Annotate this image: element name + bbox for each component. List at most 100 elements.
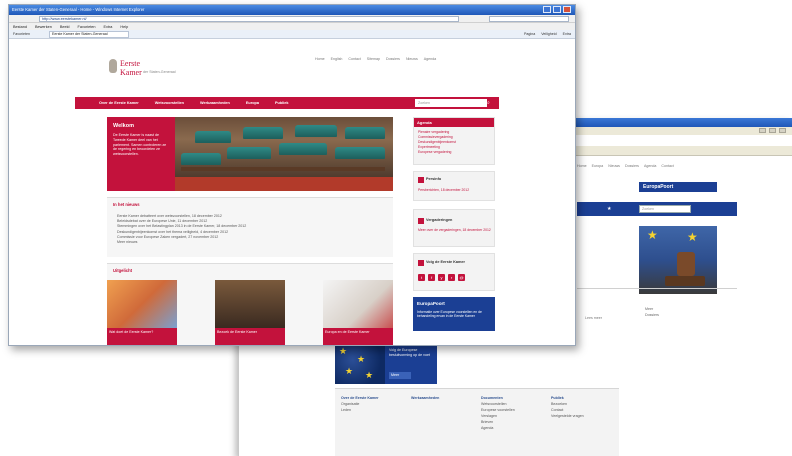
featured-title: Uitgelicht — [113, 268, 133, 273]
gavel-icon — [677, 252, 695, 276]
visit-photo — [215, 280, 285, 328]
crumb-link[interactable]: Home — [577, 164, 587, 168]
europa-promo-block[interactable]: ★ ★ ★ ★ Volg de Europese besluitvorming … — [335, 344, 437, 384]
crumb-link[interactable]: Agenda — [644, 164, 656, 168]
footer-link[interactable]: Agenda — [481, 425, 515, 431]
top-link[interactable]: Dossiers — [386, 57, 400, 61]
promo-text: Volg de Europese besluitvorming op de vo… — [389, 348, 430, 357]
search-icon[interactable]: ⌕ — [487, 100, 490, 106]
europapoort-block[interactable]: EuropaPoort Informatie over Europese voo… — [413, 297, 495, 331]
gavel-base — [665, 276, 705, 286]
back-read-more[interactable]: Lees meer — [585, 316, 602, 320]
logo-line-2: Kamer — [120, 68, 142, 77]
promo-more-button[interactable]: Meer — [389, 372, 411, 379]
more-news-link[interactable]: Meer nieuws — [117, 240, 246, 245]
minimize-icon[interactable] — [759, 128, 766, 133]
favorites-bar: Favorieten Eerste Kamer der Staten-Gener… — [9, 30, 575, 39]
top-link[interactable]: Home — [315, 57, 325, 61]
side-link[interactable]: Dossiers — [645, 312, 659, 318]
menu-item[interactable]: Bestand — [13, 25, 27, 29]
facebook-icon[interactable]: f — [428, 274, 435, 281]
follow-title: Volg de Eerste Kamer — [426, 260, 465, 264]
site-search-input[interactable]: Zoeken — [415, 99, 487, 107]
footer-link[interactable]: Leden — [341, 407, 379, 413]
footer-link[interactable]: Veelgestelde vragen — [551, 413, 584, 419]
footer-column: Over de Eerste Kamer Organisatie Leden — [341, 395, 379, 413]
command-item[interactable]: Pagina — [524, 32, 535, 36]
maximize-icon[interactable] — [769, 128, 776, 133]
news-title: In het nieuws — [113, 202, 140, 207]
footer-column: Publiek Bezoeken Contact Veelgestelde vr… — [551, 395, 584, 419]
nav-item[interactable]: Wetsvoorstellen — [155, 101, 184, 105]
back-nav-bar: ★ Zoeken — [577, 202, 737, 216]
card-caption: Bezoek de Eerste Kamer — [215, 328, 285, 345]
menu-item[interactable]: Bewerken — [35, 25, 52, 29]
chair-shape — [181, 153, 221, 165]
featured-card[interactable]: Bezoek de Eerste Kamer — [215, 280, 285, 345]
chair-shape — [195, 131, 231, 143]
eu-star-icon: ★ — [345, 366, 354, 376]
meetings-link[interactable]: Meer over de vergaderingen, 18 december … — [418, 228, 494, 232]
europapoort-logo[interactable]: EuropaPoort — [639, 182, 717, 192]
email-icon[interactable]: @ — [458, 274, 465, 281]
senate-chamber-image — [175, 117, 393, 191]
crumb-link[interactable]: Nieuws — [608, 164, 620, 168]
logo-line-1: Eerste — [120, 59, 140, 68]
menu-item[interactable]: Help — [120, 25, 128, 29]
cartoon-image — [323, 280, 393, 328]
meetings-box: Vergaderingen Meer over de vergaderingen… — [413, 209, 495, 247]
news-section: In het nieuws Eerste Kamer debatteert ov… — [107, 197, 393, 257]
top-link[interactable]: Contact — [348, 57, 360, 61]
welcome-hero: Welkom De Eerste Kamer is naast de Tweed… — [107, 117, 393, 191]
agenda-item[interactable]: Europese vergadering — [418, 150, 456, 155]
featured-card[interactable]: Europa en de Eerste Kamer — [323, 280, 393, 345]
nav-item[interactable]: Publiek — [275, 101, 289, 105]
menu-item[interactable]: Extra — [104, 25, 113, 29]
card-caption: Europa en de Eerste Kamer — [323, 328, 393, 345]
menu-item[interactable]: Favorieten — [78, 25, 96, 29]
desk-shape — [181, 167, 385, 171]
back-footer: Over de Eerste Kamer Organisatie Leden W… — [335, 388, 619, 456]
rss-icon[interactable]: r — [448, 274, 455, 281]
browser-tab[interactable]: Eerste Kamer der Staten-Generaal — [49, 31, 129, 38]
meetings-title: Vergaderingen — [426, 218, 453, 222]
agenda-heading: Agenda — [414, 118, 494, 127]
nav-item[interactable]: Europa — [246, 101, 259, 105]
chair-shape — [243, 127, 283, 139]
star-icon: ★ — [607, 206, 612, 212]
persinfo-link[interactable]: Persberichten, 18 december 2012 — [418, 188, 469, 192]
maximize-icon[interactable] — [553, 6, 561, 13]
news-item[interactable]: Stemmingen over het Belastingplan 2013 i… — [117, 224, 246, 229]
close-icon[interactable] — [779, 128, 786, 133]
front-title-bar: Eerste Kamer der Staten-Generaal - Home … — [9, 5, 575, 15]
crumb-link[interactable]: Dossiers — [625, 164, 639, 168]
megaphone-icon — [418, 218, 424, 224]
command-item[interactable]: Veiligheid — [541, 32, 556, 36]
top-link[interactable]: Sitemap — [367, 57, 380, 61]
crumb-link[interactable]: Europa — [592, 164, 604, 168]
minimize-icon[interactable] — [543, 6, 551, 13]
command-item[interactable]: Extra — [563, 32, 571, 36]
front-page-content: Eerste Kamer der Staten-Generaal Home En… — [9, 39, 575, 345]
nav-item[interactable]: Over de Eerste Kamer — [99, 101, 139, 105]
top-link[interactable]: Nieuws — [406, 57, 418, 61]
featured-card[interactable]: Wat doet de Eerste Kamer? — [107, 280, 177, 345]
back-search-input[interactable]: Zoeken — [639, 205, 691, 213]
browser-search-input[interactable] — [489, 16, 569, 22]
top-link[interactable]: English — [331, 57, 343, 61]
youtube-icon[interactable]: y — [438, 274, 445, 281]
top-link[interactable]: Agenda — [424, 57, 436, 61]
twitter-icon[interactable]: t — [418, 274, 425, 281]
menu-item[interactable]: Beeld — [60, 25, 70, 29]
featured-section: Uitgelicht Wat doet de Eerste Kamer? Bez… — [107, 263, 393, 345]
menu-bar: Bestand Bewerken Beeld Favorieten Extra … — [9, 23, 575, 30]
crumb-link[interactable]: Contact — [661, 164, 673, 168]
address-input[interactable]: http://www.eerstekamer.nl/ — [39, 16, 459, 22]
favorites-button[interactable]: Favorieten — [13, 32, 30, 36]
close-icon[interactable] — [563, 6, 571, 13]
top-links: Home English Contact Sitemap Dossiers Ni… — [315, 57, 436, 61]
chair-shape — [345, 127, 385, 139]
eu-star-icon: ★ — [647, 228, 658, 242]
nav-item[interactable]: Werkzaamheden — [200, 101, 230, 105]
chair-shape — [335, 147, 385, 159]
